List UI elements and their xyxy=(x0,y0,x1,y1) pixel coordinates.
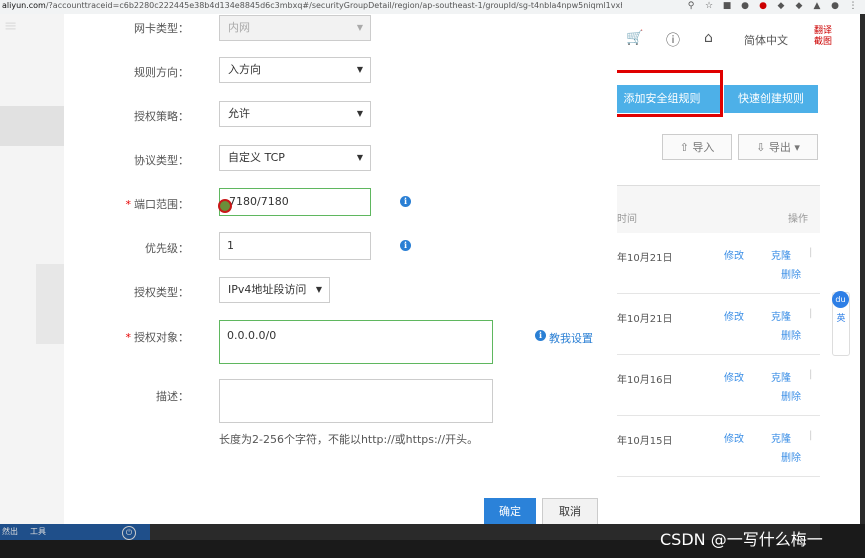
table-header: 时间 操作 xyxy=(617,185,820,234)
quick-create-rule-button[interactable]: 快速创建规则 xyxy=(724,85,818,113)
column-operations: 操作 xyxy=(788,214,808,225)
auth-type-label: 授权类型： xyxy=(134,286,189,299)
separator: | xyxy=(809,308,813,319)
direction-label: 规则方向： xyxy=(134,66,189,79)
chevron-down-icon: ▼ xyxy=(356,65,363,74)
clone-link[interactable]: 克隆 xyxy=(771,247,791,262)
table-row: 年10月21日 修改 克隆 | 删除 xyxy=(617,233,820,294)
port-range-label: * 端口范围： xyxy=(125,198,190,211)
priority-input[interactable]: 1 xyxy=(219,232,371,260)
separator: | xyxy=(809,369,813,380)
du-icon[interactable]: du xyxy=(832,291,849,308)
extension-icon[interactable]: ▲ xyxy=(812,1,822,11)
auth-type-select[interactable]: IPv4地址段访问 ▼ xyxy=(219,277,330,303)
window-edge xyxy=(860,14,865,524)
table-row: 年10月21日 修改 克隆 | 删除 xyxy=(617,294,820,355)
extension-icon[interactable]: ◆ xyxy=(776,1,786,11)
console-sidebar: ≡ xyxy=(0,14,64,524)
delete-link[interactable]: 删除 xyxy=(781,327,801,342)
row-date: 年10月15日 xyxy=(617,436,673,447)
sidebar-collapse-handle[interactable] xyxy=(36,264,64,344)
nic-type-select[interactable]: 内网 ▼ xyxy=(219,15,371,41)
extension-icon[interactable]: ■ xyxy=(722,1,732,11)
menu-icon[interactable]: ⋮ xyxy=(848,1,858,11)
row-date: 年10月21日 xyxy=(617,253,673,264)
power-icon[interactable]: ⏻ xyxy=(122,526,136,540)
search-icon[interactable]: ⚲ xyxy=(686,1,696,11)
mouse-cursor xyxy=(218,199,232,213)
sidebar-selected-item[interactable] xyxy=(0,106,64,146)
description-hint: 长度为2-256个字符，不能以http://或https://开头。 xyxy=(219,433,479,446)
download-icon: ⇩ xyxy=(756,141,769,154)
row-date: 年10月16日 xyxy=(617,375,673,386)
port-range-input[interactable]: 7180/7180 xyxy=(219,188,371,216)
policy-select[interactable]: 允许 ▼ xyxy=(219,101,371,127)
column-time: 时间 xyxy=(617,214,637,225)
delete-link[interactable]: 删除 xyxy=(781,266,801,281)
add-rule-dialog: 网卡类型： 内网 ▼ 规则方向： 入方向 ▼ 授权策略： 允许 ▼ 协议类型： 自定义… xyxy=(64,14,617,524)
teach-me-link[interactable]: 教我设置 xyxy=(549,330,593,346)
info-icon[interactable]: i xyxy=(400,196,411,207)
console-logo: ≡ xyxy=(4,16,18,35)
upload-icon: ⇧ xyxy=(679,141,693,154)
chevron-down-icon: ▼ xyxy=(356,109,363,118)
export-button[interactable]: ⇩ 导出 ▾ xyxy=(738,134,818,160)
extension-icon[interactable]: ◆ xyxy=(794,1,804,11)
language-switch[interactable]: 简体中文 xyxy=(744,32,788,48)
separator: | xyxy=(809,430,813,441)
priority-label: 优先级： xyxy=(145,242,189,255)
star-icon[interactable]: ☆ xyxy=(704,1,714,11)
policy-label: 授权策略： xyxy=(134,110,189,123)
taskbar-left: 然出 工具 ⏻ xyxy=(0,524,150,540)
separator: | xyxy=(809,247,813,258)
direction-select[interactable]: 入方向 ▼ xyxy=(219,57,371,83)
chevron-down-icon: ▾ xyxy=(790,141,800,154)
clone-link[interactable]: 克隆 xyxy=(771,430,791,445)
clone-link[interactable]: 克隆 xyxy=(771,369,791,384)
taskbar-item[interactable]: 然出 xyxy=(2,526,18,537)
taskbar-item[interactable]: 工具 xyxy=(30,526,46,537)
cancel-button[interactable]: 取消 xyxy=(542,498,598,524)
table-row: 年10月16日 修改 克隆 | 删除 xyxy=(617,355,820,416)
profile-icon[interactable]: ● xyxy=(830,1,840,11)
delete-link[interactable]: 删除 xyxy=(781,388,801,403)
cart-icon[interactable]: 🛒 xyxy=(626,30,643,46)
import-button[interactable]: ⇧ 导入 xyxy=(662,134,732,160)
required-marker: * xyxy=(125,198,132,211)
edit-link[interactable]: 修改 xyxy=(724,308,744,323)
auth-object-label: * 授权对象： xyxy=(125,331,190,344)
info-icon: i xyxy=(535,330,546,341)
translate-english-label[interactable]: 英 xyxy=(835,313,847,325)
table-row: 年10月15日 修改 克隆 | 删除 xyxy=(617,416,820,477)
extension-icon[interactable]: ● xyxy=(740,1,750,11)
row-date: 年10月21日 xyxy=(617,314,673,325)
url-text[interactable]: aliyun.com/?accounttraceid=c6b2280c22244… xyxy=(2,1,622,10)
nic-type-label: 网卡类型： xyxy=(134,22,189,35)
help-icon[interactable]: ⓘ xyxy=(666,30,680,50)
home-icon[interactable]: ⌂ xyxy=(704,30,713,46)
info-icon[interactable]: i xyxy=(400,240,411,251)
clone-link[interactable]: 克隆 xyxy=(771,308,791,323)
browser-address-bar[interactable]: aliyun.com/?accounttraceid=c6b2280c22244… xyxy=(0,0,865,15)
protocol-select[interactable]: 自定义 TCP ▼ xyxy=(219,145,371,171)
chevron-down-icon: ▼ xyxy=(356,153,363,162)
protocol-label: 协议类型： xyxy=(134,154,189,167)
confirm-button[interactable]: 确定 xyxy=(484,498,536,524)
description-label: 描述： xyxy=(156,390,189,403)
chevron-down-icon: ▼ xyxy=(315,285,322,294)
watermark: CSDN @一写什么梅一 xyxy=(660,530,823,549)
extension-icon[interactable]: ● xyxy=(758,1,768,11)
delete-link[interactable]: 删除 xyxy=(781,449,801,464)
auth-object-textarea[interactable]: 0.0.0.0/0 xyxy=(219,320,493,364)
chevron-down-icon: ▼ xyxy=(356,23,363,32)
edit-link[interactable]: 修改 xyxy=(724,430,744,445)
translate-widget[interactable]: 翻译 截图 xyxy=(814,26,836,48)
translation-sidebar[interactable]: du 英 xyxy=(832,291,850,356)
edit-link[interactable]: 修改 xyxy=(724,247,744,262)
description-textarea[interactable] xyxy=(219,379,493,423)
required-marker: * xyxy=(125,331,132,344)
edit-link[interactable]: 修改 xyxy=(724,369,744,384)
